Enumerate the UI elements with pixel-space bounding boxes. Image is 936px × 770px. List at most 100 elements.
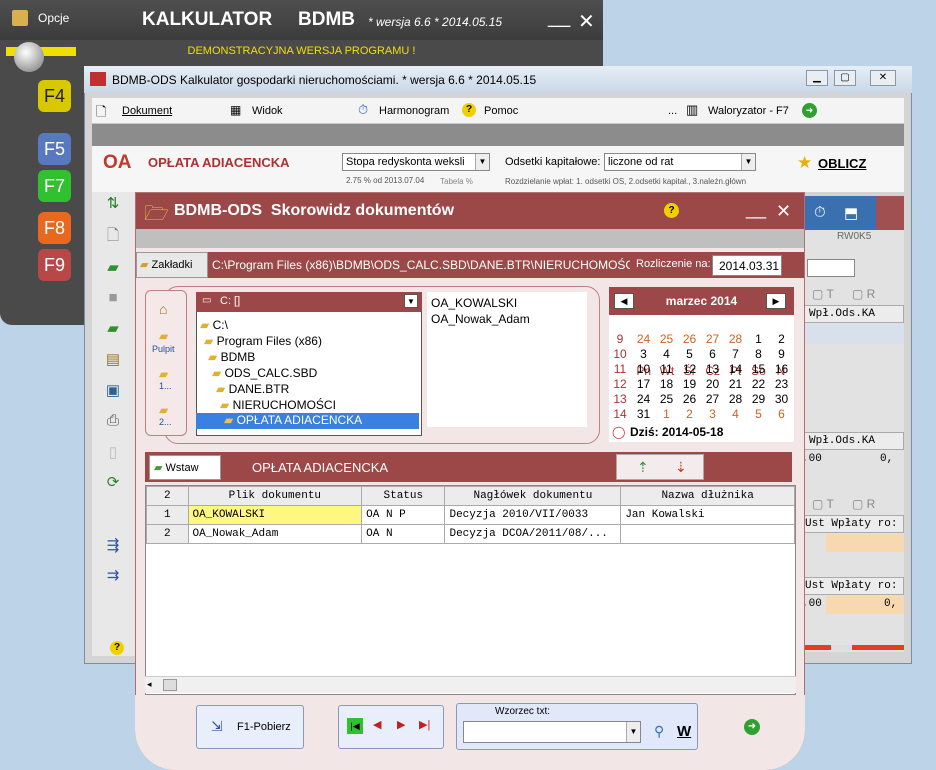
fav-1[interactable]: 1... [159, 381, 172, 391]
prev-record-button[interactable]: ◀ [373, 718, 381, 731]
right-input[interactable] [807, 259, 855, 277]
column-header[interactable]: Plik dokumentu [187, 486, 363, 506]
scroll-thumb[interactable] [163, 679, 177, 691]
cell-plik[interactable]: OA_KOWALSKI [187, 505, 363, 525]
prev-month-button[interactable]: ◀ [614, 293, 634, 309]
main-minimize-button[interactable]: ▁ [806, 70, 828, 86]
stop-icon[interactable]: ■ [104, 290, 122, 306]
calendar-day[interactable]: 20 [701, 377, 724, 391]
calendar-day[interactable]: 21 [724, 377, 747, 391]
calendar-day[interactable]: 3 [632, 347, 655, 361]
tree-node[interactable]: ▰ DANE.BTR [216, 382, 289, 396]
menu-dokument[interactable]: Dokument [122, 105, 172, 117]
calendar-day[interactable]: 24 [632, 392, 655, 406]
calc-close-button[interactable]: ✕ [578, 9, 595, 34]
calendar-day[interactable]: 17 [632, 377, 655, 391]
f7-button[interactable]: F7 [38, 170, 71, 202]
table-row[interactable]: 1 OA_KOWALSKI OA N P Decyzja 2010/VII/00… [146, 505, 795, 525]
column-header[interactable]: Nazwa dłużnika [620, 486, 795, 506]
new-document-icon[interactable]: 🗋 [104, 228, 122, 244]
main-maximize-button[interactable]: ▢ [834, 70, 856, 86]
f8-button[interactable]: F8 [38, 212, 71, 244]
calendar-day[interactable]: 13 [701, 362, 724, 376]
today-label[interactable]: Dziś: 2014-05-18 [630, 425, 723, 439]
tree-node-selected[interactable]: ▰ OPŁATA ADIACENCKA [196, 413, 419, 429]
pobierz-button[interactable]: ⇲ F1-Pobierz [196, 705, 304, 749]
rozliczenie-date-input[interactable]: 2014.03.31 [712, 255, 782, 276]
help-icon[interactable]: ? [664, 203, 679, 218]
next-record-button[interactable]: ▶ [397, 718, 405, 731]
calendar-day[interactable]: 16 [770, 362, 793, 376]
table-row[interactable]: 2 OA_Nowak_Adam OA N Decyzja DCOA/2011/0… [146, 524, 795, 544]
tabela-link[interactable]: Tabela % [440, 177, 473, 186]
zakladki-button[interactable]: ▰ Zakładki [136, 252, 208, 278]
drive-select[interactable]: ▭ C: [] ▼ [196, 292, 422, 312]
stamp-icon[interactable]: ⬒ [844, 204, 858, 222]
cell-dluznik[interactable]: Jan Kowalski [620, 505, 795, 525]
home-icon[interactable] [12, 10, 28, 26]
calendar-day[interactable]: 6 [770, 407, 793, 421]
tree-node[interactable]: ▰ C:\ [200, 318, 228, 332]
calendar-day[interactable]: 11 [655, 362, 678, 376]
last-record-button[interactable]: ▶| [419, 718, 430, 731]
calendar-day[interactable]: 1 [655, 407, 678, 421]
calendar-day[interactable]: 19 [678, 377, 701, 391]
opcje-menu[interactable]: Opcje [38, 11, 69, 25]
t-checkbox-2[interactable]: ▢ T [812, 497, 834, 511]
tree-node[interactable]: ▰ BDMB [208, 350, 255, 364]
r-checkbox[interactable]: ▢ R [852, 287, 875, 301]
f9-button[interactable]: F9 [38, 249, 71, 281]
scroll-left-icon[interactable]: ◂ [147, 679, 152, 690]
calendar-day[interactable]: 1 [747, 332, 770, 346]
help-icon[interactable]: ? [110, 641, 124, 655]
cell-dluznik[interactable] [620, 524, 795, 544]
next-month-button[interactable]: ▶ [766, 293, 786, 309]
go-arrow-icon[interactable]: ➜ [744, 719, 760, 735]
calendar-day[interactable]: 26 [678, 392, 701, 406]
calendar-day[interactable]: 25 [655, 332, 678, 346]
sort-asc-icon[interactable]: ⇡ [637, 459, 649, 476]
stopa-select[interactable]: Stopa redyskonta weksli ▼ [342, 153, 490, 171]
horizontal-scrollbar[interactable]: ◂ [145, 676, 796, 693]
folder-arrow-icon[interactable]: ▰ [104, 321, 122, 337]
calendar-day[interactable]: 25 [655, 392, 678, 406]
cell-status[interactable]: OA N [361, 524, 446, 544]
calendar-day[interactable]: 4 [724, 407, 747, 421]
w-button[interactable]: W [677, 723, 691, 740]
cell-naglowek[interactable]: Decyzja 2010/VII/0033 [444, 505, 622, 525]
dialog-close-button[interactable]: ✕ [776, 201, 791, 222]
calendar-day[interactable]: 28 [724, 332, 747, 346]
monitor-icon[interactable]: ▣ [104, 383, 122, 399]
calendar-day[interactable]: 8 [747, 347, 770, 361]
calendar-day[interactable]: 4 [655, 347, 678, 361]
t-checkbox[interactable]: ▢ T [812, 287, 834, 301]
r-checkbox-2[interactable]: ▢ R [852, 497, 875, 511]
odsetki-select[interactable]: liczone od rat ▼ [604, 153, 756, 171]
pattern-input[interactable]: ▼ [463, 721, 641, 743]
cell-plik[interactable]: OA_Nowak_Adam [187, 524, 363, 544]
calendar-day[interactable]: 27 [701, 332, 724, 346]
calendar-day[interactable]: 22 [747, 377, 770, 391]
calendar-day[interactable]: 3 [701, 407, 724, 421]
f5-button[interactable]: F5 [38, 133, 71, 165]
tree-node[interactable]: ▰ NIERUCHOMOŚCI [220, 398, 336, 412]
calendar-day[interactable]: 18 [655, 377, 678, 391]
fav-2[interactable]: 2... [159, 417, 172, 427]
calendar-day[interactable]: 31 [632, 407, 655, 421]
calendar-day[interactable]: 15 [747, 362, 770, 376]
dialog-minimize-button[interactable]: __ [746, 199, 766, 220]
calendar-day[interactable]: 6 [701, 347, 724, 361]
go-arrow-icon[interactable]: ➜ [802, 103, 817, 118]
calendar-day[interactable]: 29 [747, 392, 770, 406]
calendar-day[interactable]: 23 [770, 377, 793, 391]
calendar-day[interactable]: 5 [678, 347, 701, 361]
slider-knob[interactable] [14, 42, 44, 72]
tree-node[interactable]: ▰ Program Files (x86) [204, 334, 322, 348]
stopwatch-icon[interactable]: ⏱ [814, 204, 826, 221]
fav-pulpit[interactable]: Pulpit [152, 344, 175, 354]
blank-page-icon[interactable]: ▯ [104, 445, 122, 461]
sort-desc-icon[interactable]: ⇣ [675, 459, 687, 476]
main-close-button[interactable]: ✕ [870, 70, 896, 86]
calendar-day[interactable]: 30 [770, 392, 793, 406]
open-folder-icon[interactable]: ▰ [104, 260, 122, 276]
